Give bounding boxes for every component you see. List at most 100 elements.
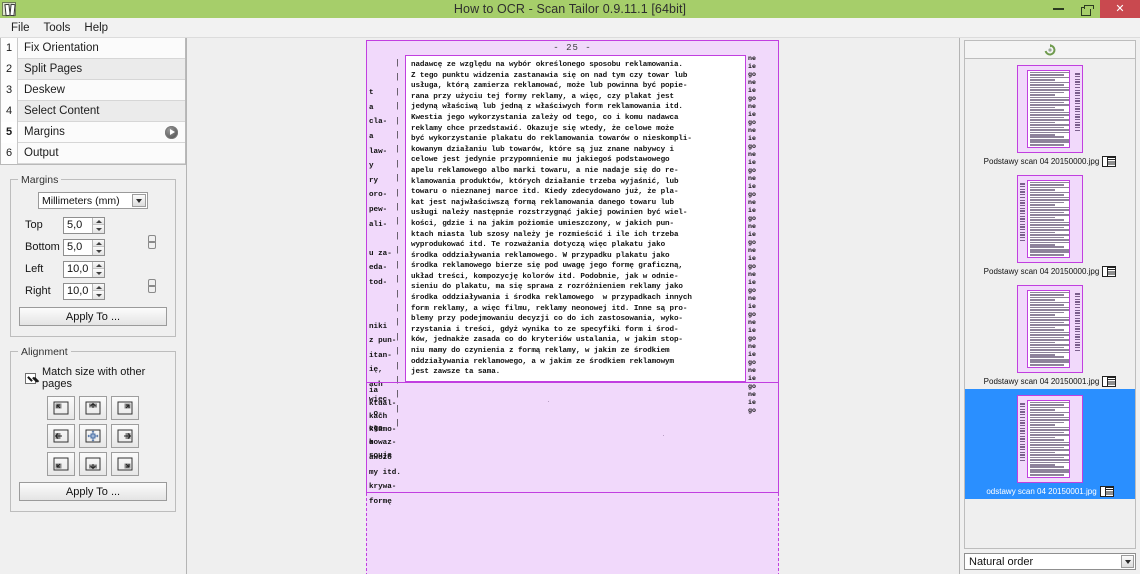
thumbnail-list[interactable]: Podstawy scan 04 20150000.jpg Podstawy sc… xyxy=(964,59,1136,549)
thumbnail-text-line xyxy=(1030,464,1055,466)
align-center-button[interactable] xyxy=(79,424,107,448)
align-bottom-right-button[interactable] xyxy=(111,452,139,476)
close-button[interactable]: ✕ xyxy=(1100,0,1140,18)
spinner-buttons-top[interactable] xyxy=(92,217,104,233)
margin-label-right: Right xyxy=(25,285,51,297)
menu-help[interactable]: Help xyxy=(77,20,115,36)
thumbnail-text-line xyxy=(1030,216,1055,219)
margin-input-left[interactable]: 10,0 xyxy=(63,260,105,278)
margin-input-top[interactable]: 5,0 xyxy=(63,216,105,234)
thumbnail-image[interactable] xyxy=(1017,65,1083,153)
thumbnail-text-line xyxy=(1030,248,1069,251)
spinner-buttons-bottom[interactable] xyxy=(92,239,104,255)
align-top-center-button[interactable] xyxy=(79,396,107,420)
document-line: form reklamy, a więc filmu, reklamy neon… xyxy=(411,304,688,313)
thumbnail-item[interactable]: Podstawy scan 04 20150001.jpg xyxy=(965,279,1135,389)
match-size-checkbox[interactable] xyxy=(25,372,36,384)
tick-mark: | xyxy=(395,102,400,112)
thumbnail-text-line xyxy=(1030,346,1064,349)
sidebar-item-split-pages[interactable]: 2 Split Pages xyxy=(1,58,185,80)
thumbnail-text-line xyxy=(1030,401,1069,404)
thumbnail-text-line xyxy=(1030,311,1064,314)
thumbnail-text-line xyxy=(1030,71,1069,74)
align-left-icon xyxy=(53,429,69,443)
play-icon[interactable] xyxy=(165,125,178,139)
margin-fields: Top 5,0 Bottom 5,0 Left 10,0 Right 10,0 xyxy=(19,215,167,301)
edge-fragment: ne xyxy=(748,79,756,86)
thumbnail-text-line xyxy=(1030,119,1069,121)
thumbnail-text-line xyxy=(1030,81,1069,84)
align-top-right-button[interactable] xyxy=(111,396,139,420)
thumbnail-text-line xyxy=(1030,224,1069,226)
thumbnail-text-line xyxy=(1030,419,1069,421)
match-size-row[interactable]: Match size with other pages xyxy=(25,366,167,390)
thumbnail-text-line xyxy=(1030,361,1069,364)
sidebar-item-fix-orientation[interactable]: 1 Fix Orientation xyxy=(1,37,185,59)
thumbnail-text-line xyxy=(1030,316,1069,319)
sidebar-item-deskew[interactable]: 3 Deskew xyxy=(1,79,185,101)
sidebar-item-output[interactable]: 6 Output xyxy=(1,142,185,164)
minimize-button[interactable] xyxy=(1044,0,1072,18)
margin-input-right[interactable]: 10,0 xyxy=(63,282,105,300)
document-line: wyprodukować itd. Te rozważania dotyczą … xyxy=(411,241,666,250)
page-container[interactable]: - 25 - t a cla-a law-y ry oro-pew-ali- u za-e… xyxy=(366,40,779,574)
spinner-buttons-right[interactable] xyxy=(92,283,104,299)
tick-mark: | xyxy=(395,289,400,299)
thumbnail-item[interactable]: Podstawy scan 04 20150000.jpg xyxy=(965,169,1135,279)
thumbnail-text-line xyxy=(1030,219,1064,221)
align-bottom-center-button[interactable] xyxy=(79,452,107,476)
sidebar-item-select-content[interactable]: 4 Select Content xyxy=(1,100,185,122)
units-select[interactable]: Millimeters (mm) xyxy=(38,192,148,209)
thumbnail-item[interactable]: odstawy scan 04 20150001.jpg xyxy=(965,389,1135,499)
thumbnail-text-line xyxy=(1030,473,1064,476)
page-layout-icon xyxy=(1099,486,1114,497)
units-value: Millimeters (mm) xyxy=(42,194,120,207)
align-bottom-left-button[interactable] xyxy=(47,452,75,476)
margins-panel: Margins Millimeters (mm) Top 5,0 Bottom … xyxy=(10,174,176,337)
thumbnail-text-line xyxy=(1030,363,1064,366)
document-line: usługi należy następnie rozstrzygnąć jak… xyxy=(411,209,688,218)
thumbnail-filename: odstawy scan 04 20150001.jpg xyxy=(986,487,1097,496)
thumbnail-text-line xyxy=(1030,114,1069,116)
page-margin-area[interactable]: - 25 - t a cla-a law-y ry oro-pew-ali- u za-e… xyxy=(366,40,779,506)
edge-fragment: go xyxy=(748,215,756,222)
align-top-left-button[interactable] xyxy=(47,396,75,420)
edge-fragment: kach xyxy=(369,412,388,421)
refresh-icon[interactable] xyxy=(1044,43,1056,56)
margin-input-bottom[interactable]: 5,0 xyxy=(63,238,105,256)
alignment-apply-to-button[interactable]: Apply To ... xyxy=(19,482,167,501)
thumbnail-item[interactable]: Podstawy scan 04 20150000.jpg xyxy=(965,59,1135,169)
spinner-buttons-left[interactable] xyxy=(92,261,104,277)
edge-fragment: go xyxy=(748,263,756,270)
document-line: rana przy użyciu tej formy reklamy, a wi… xyxy=(411,92,674,101)
maximize-button[interactable] xyxy=(1072,0,1100,18)
align-middle-right-button[interactable] xyxy=(111,424,139,448)
page-viewer[interactable]: - 25 - t a cla-a law-y ry oro-pew-ali- u za-e… xyxy=(187,38,960,574)
document-line: Kwestia jego wykorzystania zależy od teg… xyxy=(411,113,679,122)
thumbnail-text-line xyxy=(1030,94,1055,96)
thumbnail-text-line xyxy=(1030,426,1069,429)
edge-fragment: ie xyxy=(748,111,756,118)
margins-apply-to-button[interactable]: Apply To ... xyxy=(19,307,167,326)
content-box[interactable]: nadawcę ze względu na wybór określonego … xyxy=(405,55,746,382)
speck xyxy=(547,400,549,402)
thumbnail-caption: Podstawy scan 04 20150000.jpg xyxy=(984,266,1117,277)
menu-file[interactable]: File xyxy=(4,20,37,36)
thumbnail-image[interactable] xyxy=(1017,395,1083,483)
align-middle-left-button[interactable] xyxy=(47,424,75,448)
edge-fragment: ie xyxy=(748,135,756,142)
menu-tools[interactable]: Tools xyxy=(37,20,78,36)
sort-order-select[interactable]: Natural order xyxy=(964,553,1136,570)
thumbnail-text-line xyxy=(1030,206,1069,209)
thumbnail-text-line xyxy=(1030,126,1064,129)
chevron-down-icon[interactable] xyxy=(132,194,146,207)
thumbnail-text-line xyxy=(1030,326,1055,329)
chevron-down-icon[interactable] xyxy=(1121,555,1134,568)
chain-link-icon[interactable] xyxy=(148,279,156,293)
thumbnail-image[interactable] xyxy=(1017,285,1083,373)
step-number: 1 xyxy=(1,37,18,59)
sidebar-item-margins[interactable]: 5 Margins xyxy=(1,121,185,143)
thumbnail-text-line xyxy=(1030,344,1069,346)
chain-link-icon[interactable] xyxy=(148,235,156,249)
thumbnail-image[interactable] xyxy=(1017,175,1083,263)
